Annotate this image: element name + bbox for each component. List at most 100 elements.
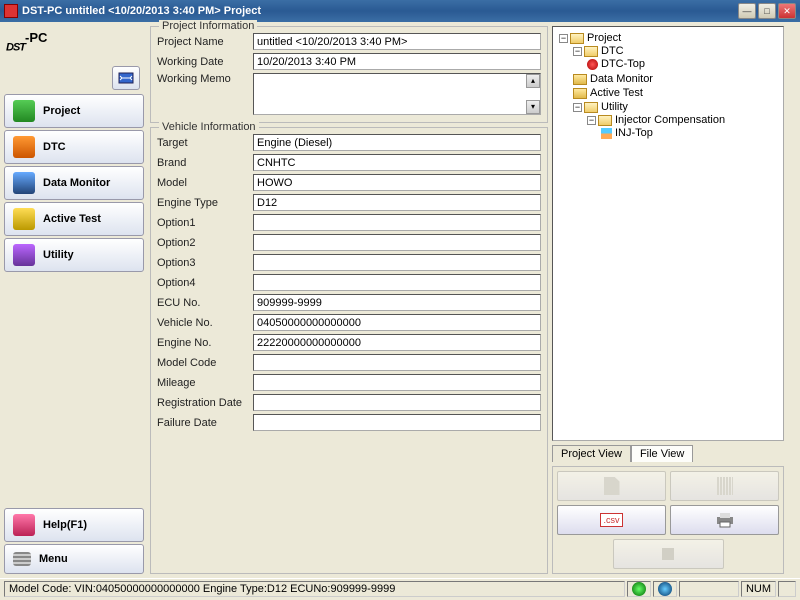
input-brand[interactable] (253, 154, 541, 171)
monitor-icon (13, 172, 35, 194)
input-option1[interactable] (253, 214, 541, 231)
inj-leaf-icon (601, 128, 612, 139)
view-tabs: Project View File View (552, 445, 784, 462)
scroll-up-icon[interactable]: ▴ (526, 74, 540, 88)
status-dot-icon (658, 582, 672, 596)
label-failure-date: Failure Date (157, 417, 253, 429)
tree-item-inj-top[interactable]: INJ-Top (601, 126, 779, 140)
tree-item-dtc[interactable]: −DTC DTC-Top (573, 44, 779, 72)
input-reg-date[interactable] (253, 394, 541, 411)
tree-item-dtc-top[interactable]: DTC-Top (587, 57, 779, 71)
input-vehicle-no[interactable] (253, 314, 541, 331)
nav-menu[interactable]: Menu (4, 544, 144, 574)
input-target[interactable] (253, 134, 541, 151)
status-indicator-1 (627, 581, 651, 597)
nav-project[interactable]: Project (4, 94, 144, 128)
nav-label: Data Monitor (43, 177, 110, 189)
input-ecu-no[interactable] (253, 294, 541, 311)
tree-item-injector[interactable]: −Injector Compensation INJ-Top (587, 113, 779, 141)
minimize-button[interactable]: — (738, 3, 756, 19)
help-icon (13, 514, 35, 536)
input-option2[interactable] (253, 234, 541, 251)
label-engine-no: Engine No. (157, 337, 253, 349)
tab-file-view[interactable]: File View (631, 445, 693, 462)
collapse-icon[interactable]: − (559, 34, 568, 43)
folder-open-icon (570, 33, 584, 44)
tool-btn-1[interactable] (557, 471, 666, 501)
folder-icon (573, 88, 587, 99)
group-legend: Project Information (159, 20, 257, 32)
input-mileage[interactable] (253, 374, 541, 391)
scroll-down-icon[interactable]: ▾ (526, 100, 540, 114)
test-icon (13, 208, 35, 230)
status-num: NUM (741, 581, 776, 597)
status-dot-icon (632, 582, 646, 596)
nav-data-monitor[interactable]: Data Monitor (4, 166, 144, 200)
tree-item-project[interactable]: −Project −DTC DTC-Top Data Monitor Activ… (559, 31, 779, 143)
label-model: Model (157, 177, 253, 189)
label-option2: Option2 (157, 237, 253, 249)
nav-utility[interactable]: Utility (4, 238, 144, 272)
label-brand: Brand (157, 157, 253, 169)
label-ecu-no: ECU No. (157, 297, 253, 309)
tab-project-view[interactable]: Project View (552, 445, 631, 462)
folder-open-icon (584, 102, 598, 113)
project-info-group: Project Information Project Name Working… (150, 26, 548, 123)
nav-label: DTC (43, 141, 66, 153)
nav-label: Help(F1) (43, 519, 87, 531)
close-button[interactable]: ✕ (778, 3, 796, 19)
input-project-name[interactable] (253, 33, 541, 50)
input-engine-type[interactable] (253, 194, 541, 211)
expand-icon (118, 72, 134, 84)
tool-btn-5[interactable] (613, 539, 724, 569)
window-title: DST-PC untitled <10/20/2013 3:40 PM> Pro… (22, 5, 738, 17)
csv-icon: .csv (600, 513, 622, 527)
folder-open-icon (598, 115, 612, 126)
tree-item-active-test[interactable]: Active Test (573, 86, 779, 100)
titlebar: DST-PC untitled <10/20/2013 3:40 PM> Pro… (0, 0, 800, 22)
label-mileage: Mileage (157, 377, 253, 389)
label-target: Target (157, 137, 253, 149)
toolbar: .csv (552, 466, 784, 574)
tree-item-utility[interactable]: −Utility −Injector Compensation INJ-Top (573, 100, 779, 142)
status-empty (679, 581, 739, 597)
shred-icon (717, 477, 733, 495)
stop-icon (662, 548, 674, 560)
input-model[interactable] (253, 174, 541, 191)
expand-button[interactable] (112, 66, 140, 90)
input-engine-no[interactable] (253, 334, 541, 351)
tool-btn-2[interactable] (670, 471, 779, 501)
print-button[interactable] (670, 505, 779, 535)
collapse-icon[interactable]: − (587, 116, 596, 125)
maximize-button[interactable]: □ (758, 3, 776, 19)
nav-help[interactable]: Help(F1) (4, 508, 144, 542)
status-tail (778, 581, 796, 597)
tree-item-data-monitor[interactable]: Data Monitor (573, 72, 779, 86)
label-model-code: Model Code (157, 357, 253, 369)
statusbar: Model Code: VIN:04050000000000000 Engine… (0, 578, 800, 598)
label-option3: Option3 (157, 257, 253, 269)
export-csv-button[interactable]: .csv (557, 505, 666, 535)
collapse-icon[interactable]: − (573, 103, 582, 112)
nav-active-test[interactable]: Active Test (4, 202, 144, 236)
label-project-name: Project Name (157, 36, 253, 48)
folder-open-icon (584, 46, 598, 57)
input-option4[interactable] (253, 274, 541, 291)
collapse-icon[interactable]: − (573, 47, 582, 56)
input-working-memo[interactable]: ▴ ▾ (253, 73, 541, 115)
nav-dtc[interactable]: DTC (4, 130, 144, 164)
logo: DST-PC (4, 26, 144, 64)
label-engine-type: Engine Type (157, 197, 253, 209)
input-failure-date[interactable] (253, 414, 541, 431)
nav-label: Project (43, 105, 80, 117)
vehicle-info-group: Vehicle Information Target Brand Model E… (150, 127, 548, 574)
dtc-leaf-icon (587, 59, 598, 70)
input-model-code[interactable] (253, 354, 541, 371)
menu-icon (13, 552, 31, 566)
input-option3[interactable] (253, 254, 541, 271)
document-icon (604, 477, 620, 495)
app-icon (4, 4, 18, 18)
input-working-date[interactable] (253, 53, 541, 70)
project-tree: −Project −DTC DTC-Top Data Monitor Activ… (552, 26, 784, 441)
nav-label: Menu (39, 553, 68, 565)
